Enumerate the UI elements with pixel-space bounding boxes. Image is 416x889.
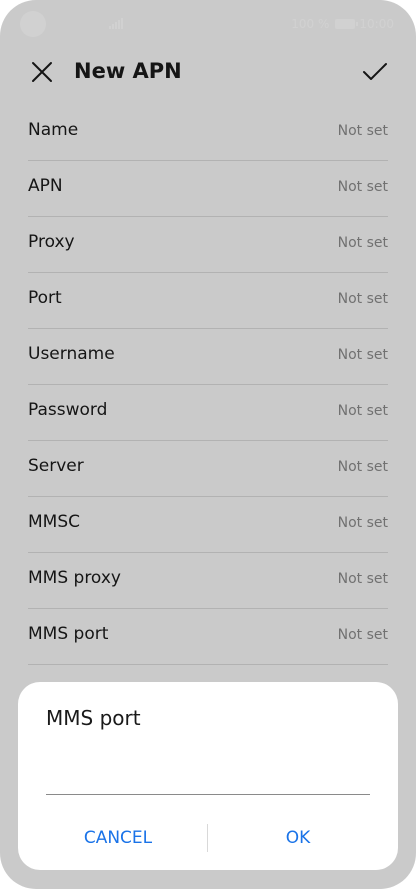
phone-screen: 100 % 10:00 New APN Name Not set APN Not… [0, 0, 416, 889]
ok-button[interactable]: OK [208, 820, 388, 856]
dialog-title: MMS port [46, 706, 141, 730]
mms-port-input[interactable] [46, 752, 370, 795]
mms-port-dialog: MMS port CANCEL OK [18, 682, 398, 870]
cancel-button[interactable]: CANCEL [28, 820, 208, 856]
